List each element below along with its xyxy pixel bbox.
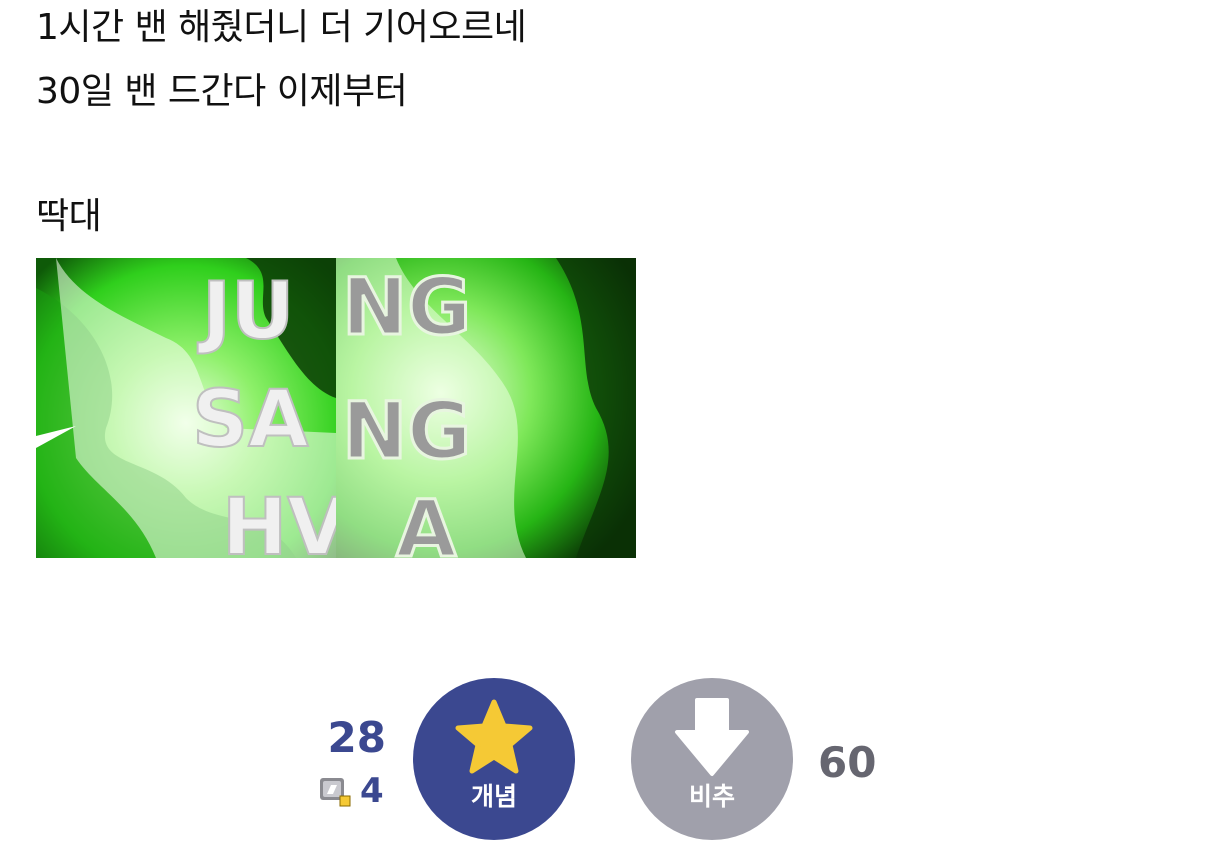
upvote-button[interactable]: 개념 <box>413 678 575 840</box>
image-letters-left-3: HV <box>222 483 336 558</box>
post-image[interactable]: JU SA HV NG NG A <box>36 258 636 558</box>
downvote-label: 비추 <box>688 782 735 811</box>
post-text-line-1: 1시간 밴 해줬더니 더 기어오르네 <box>36 7 527 48</box>
upvote-label: 개념 <box>470 782 517 811</box>
green-flame-art-left: JU SA HV <box>36 258 336 558</box>
upvote-count: 28 <box>327 713 386 762</box>
image-letters-right-1: NG <box>342 263 471 353</box>
star-icon <box>455 699 533 774</box>
fixed-upvote-count: 4 <box>360 771 384 811</box>
image-letters-right-2: NG <box>342 387 471 477</box>
image-letters-right-3: A <box>396 485 456 558</box>
fixed-user-icon <box>320 778 351 807</box>
image-panel-left: JU SA HV <box>36 258 336 558</box>
post-text-line-2: 30일 밴 드간다 이제부터 <box>36 71 408 112</box>
image-letters-left-1: JU <box>197 267 294 357</box>
image-letters-left-2: SA <box>192 375 309 465</box>
downvote-count: 60 <box>818 738 877 787</box>
post-text-line-3: 딱대 <box>36 196 102 237</box>
image-panel-right: NG NG A <box>336 258 636 558</box>
fixed-upvote-info: 4 <box>318 772 384 810</box>
downvote-button[interactable]: 비추 <box>631 678 793 840</box>
down-arrow-icon <box>675 698 749 776</box>
green-flame-art-right: NG NG A <box>336 258 636 558</box>
